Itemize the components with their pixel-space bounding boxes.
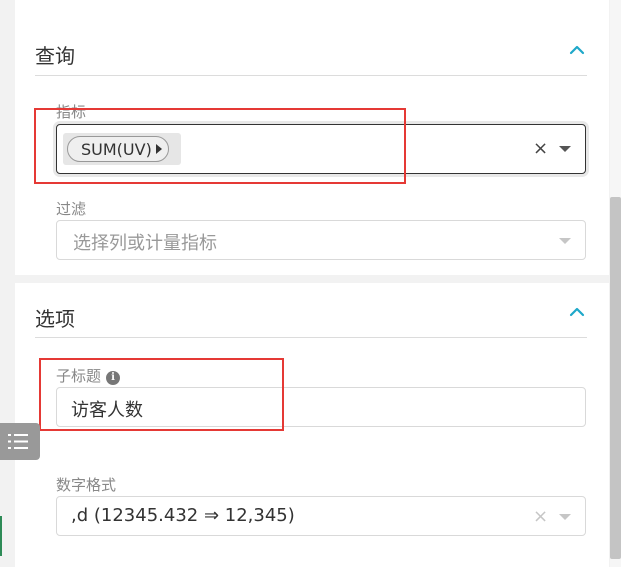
subtitle-label: 子标题 i (56, 365, 121, 386)
metric-tag-label: SUM(UV) (81, 139, 152, 159)
chevron-up-icon[interactable] (569, 42, 585, 58)
metrics-select[interactable]: SUM(UV) × (56, 124, 586, 174)
number-format-label: 数字格式 (56, 476, 117, 494)
options-section-title: 选项 (35, 307, 75, 331)
number-format-select[interactable]: ,d (12345.432 ⇒ 12,345) × (56, 496, 586, 536)
clear-icon[interactable]: × (533, 508, 548, 526)
chevron-up-icon[interactable] (569, 304, 585, 320)
clear-icon[interactable]: × (533, 140, 548, 158)
subtitle-label-text: 子标题 (56, 367, 102, 385)
scrollbar-thumb[interactable] (610, 197, 621, 559)
caret-down-icon[interactable] (559, 146, 571, 152)
subtitle-input[interactable]: 访客人数 (56, 387, 586, 427)
caret-down-icon[interactable] (559, 238, 571, 244)
metric-tag-pill[interactable]: SUM(UV) (67, 136, 169, 162)
edge-accent (0, 516, 2, 556)
side-toggle-button[interactable] (0, 423, 40, 460)
caret-right-icon (155, 144, 162, 154)
subtitle-input-value: 访客人数 (71, 400, 143, 421)
metric-tag[interactable]: SUM(UV) (63, 133, 181, 165)
list-icon (8, 434, 28, 449)
filter-placeholder: 选择列或计量指标 (73, 233, 217, 254)
query-section-title: 查询 (35, 44, 75, 68)
filter-select[interactable]: 选择列或计量指标 (56, 220, 586, 260)
info-icon[interactable]: i (106, 371, 121, 385)
filter-label: 过滤 (56, 200, 87, 218)
options-section-header[interactable]: 选项 (35, 297, 587, 338)
metrics-label: 指标 (56, 103, 87, 121)
number-format-value: ,d (12345.432 ⇒ 12,345) (71, 505, 295, 526)
caret-down-icon[interactable] (559, 514, 571, 520)
query-section-header[interactable]: 查询 (35, 34, 587, 76)
